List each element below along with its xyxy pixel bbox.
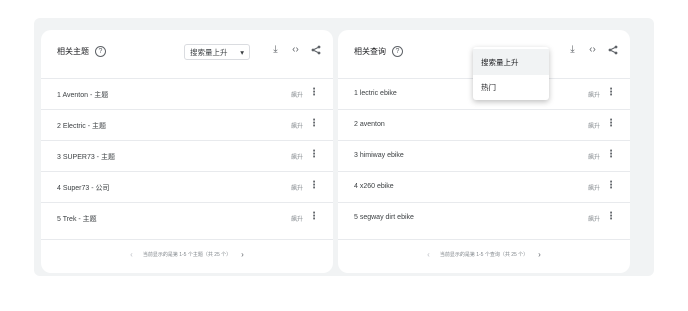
list-item-label[interactable]: 5 segway dirt ebike <box>354 214 414 221</box>
next-page-icon[interactable]: › <box>241 250 244 259</box>
sort-select[interactable]: 搜索量上升 ▾ <box>184 44 250 60</box>
topics-list: 1 Aventon - 主题 飙升 ⋮ 2 Electric - 主题 飙升 ⋮… <box>41 78 333 233</box>
more-vert-icon[interactable]: ⋮ <box>309 212 319 222</box>
list-item-label[interactable]: 3 himiway ebike <box>354 152 404 159</box>
list-item-label[interactable]: 4 x260 ebike <box>354 183 394 190</box>
header-actions: ⤓ ‹› <box>567 44 618 55</box>
list-item-label[interactable]: 1 Aventon - 主题 <box>57 90 108 100</box>
trend-badge: 飙升 <box>587 186 600 192</box>
card-title: 相关主题 ? <box>57 46 106 57</box>
list-item[interactable]: 4 x260 ebike 飙升 ⋮ <box>338 171 630 202</box>
list-item[interactable]: 3 SUPER73 - 主题 飙升 ⋮ <box>41 140 333 171</box>
list-item[interactable]: 2 aventon 飙升 ⋮ <box>338 109 630 140</box>
list-item-label[interactable]: 4 Super73 - 公司 <box>57 183 110 193</box>
card-title-text: 相关主题 <box>57 47 89 56</box>
panel-background: 相关主题 ? 搜索量上升 ▾ ⤓ ‹› 1 Aventon - 主题 飙升 ⋮ … <box>34 18 654 276</box>
list-item[interactable]: 1 Aventon - 主题 飙升 ⋮ <box>41 78 333 109</box>
header-actions: ⤓ ‹› <box>270 44 321 55</box>
pagination-text: 当前显示的是第 1-5 个主题（共 25 个） <box>142 252 232 258</box>
dropdown-option-top[interactable]: 热门 <box>473 74 549 100</box>
more-vert-icon[interactable]: ⋮ <box>606 181 616 191</box>
list-item-label[interactable]: 2 aventon <box>354 121 385 128</box>
sort-select-value: 搜索量上升 <box>190 47 228 57</box>
queries-list: 1 lectric ebike 飙升 ⋮ 2 aventon 飙升 ⋮ 3 hi… <box>338 78 630 233</box>
more-vert-icon[interactable]: ⋮ <box>309 181 319 191</box>
trend-badge: 飙升 <box>290 155 303 161</box>
embed-icon[interactable]: ‹› <box>290 44 301 55</box>
prev-page-icon[interactable]: ‹ <box>427 250 430 259</box>
more-vert-icon[interactable]: ⋮ <box>606 88 616 98</box>
dropdown-option-rising[interactable]: 搜索量上升 <box>473 49 549 75</box>
trend-badge: 飙升 <box>290 93 303 99</box>
share-icon[interactable] <box>310 45 321 55</box>
trend-badge: 飙升 <box>587 93 600 99</box>
list-item-label[interactable]: 5 Trek - 主题 <box>57 214 97 224</box>
share-icon-graphic <box>311 45 320 54</box>
more-vert-icon[interactable]: ⋮ <box>309 150 319 160</box>
help-icon[interactable]: ? <box>95 46 106 57</box>
sort-dropdown-menu: 搜索量上升 热门 <box>473 47 549 100</box>
more-vert-icon[interactable]: ⋮ <box>606 119 616 129</box>
more-vert-icon[interactable]: ⋮ <box>606 212 616 222</box>
card-title: 相关查询 ? <box>354 46 403 57</box>
next-page-icon[interactable]: › <box>538 250 541 259</box>
download-icon[interactable]: ⤓ <box>270 44 281 55</box>
pagination-text: 当前显示的是第 1-5 个查询（共 25 个） <box>439 252 529 258</box>
card-header: 相关主题 ? 搜索量上升 ▾ ⤓ ‹› <box>41 30 333 78</box>
embed-icon[interactable]: ‹› <box>587 44 598 55</box>
list-item[interactable]: 5 segway dirt ebike 飙升 ⋮ <box>338 202 630 233</box>
help-icon[interactable]: ? <box>392 46 403 57</box>
download-icon[interactable]: ⤓ <box>567 44 578 55</box>
list-item[interactable]: 5 Trek - 主题 飙升 ⋮ <box>41 202 333 233</box>
trend-badge: 飙升 <box>290 217 303 223</box>
trend-badge: 飙升 <box>290 186 303 192</box>
chevron-down-icon: ▾ <box>240 47 244 57</box>
share-icon[interactable] <box>607 45 618 55</box>
list-item-label[interactable]: 2 Electric - 主题 <box>57 121 106 131</box>
list-item-label[interactable]: 3 SUPER73 - 主题 <box>57 152 115 162</box>
prev-page-icon[interactable]: ‹ <box>130 250 133 259</box>
trend-badge: 飙升 <box>587 217 600 223</box>
card-title-text: 相关查询 <box>354 47 386 56</box>
related-topics-card: 相关主题 ? 搜索量上升 ▾ ⤓ ‹› 1 Aventon - 主题 飙升 ⋮ … <box>41 30 333 273</box>
trend-badge: 飙升 <box>587 124 600 130</box>
trend-badge: 飙升 <box>587 155 600 161</box>
more-vert-icon[interactable]: ⋮ <box>309 88 319 98</box>
pagination: ‹ 当前显示的是第 1-5 个查询（共 25 个） › <box>338 239 630 269</box>
list-item[interactable]: 2 Electric - 主题 飙升 ⋮ <box>41 109 333 140</box>
list-item[interactable]: 4 Super73 - 公司 飙升 ⋮ <box>41 171 333 202</box>
share-icon-graphic <box>608 45 617 54</box>
trend-badge: 飙升 <box>290 124 303 130</box>
list-item[interactable]: 3 himiway ebike 飙升 ⋮ <box>338 140 630 171</box>
more-vert-icon[interactable]: ⋮ <box>606 150 616 160</box>
more-vert-icon[interactable]: ⋮ <box>309 119 319 129</box>
list-item-label[interactable]: 1 lectric ebike <box>354 90 397 97</box>
pagination: ‹ 当前显示的是第 1-5 个主题（共 25 个） › <box>41 239 333 269</box>
